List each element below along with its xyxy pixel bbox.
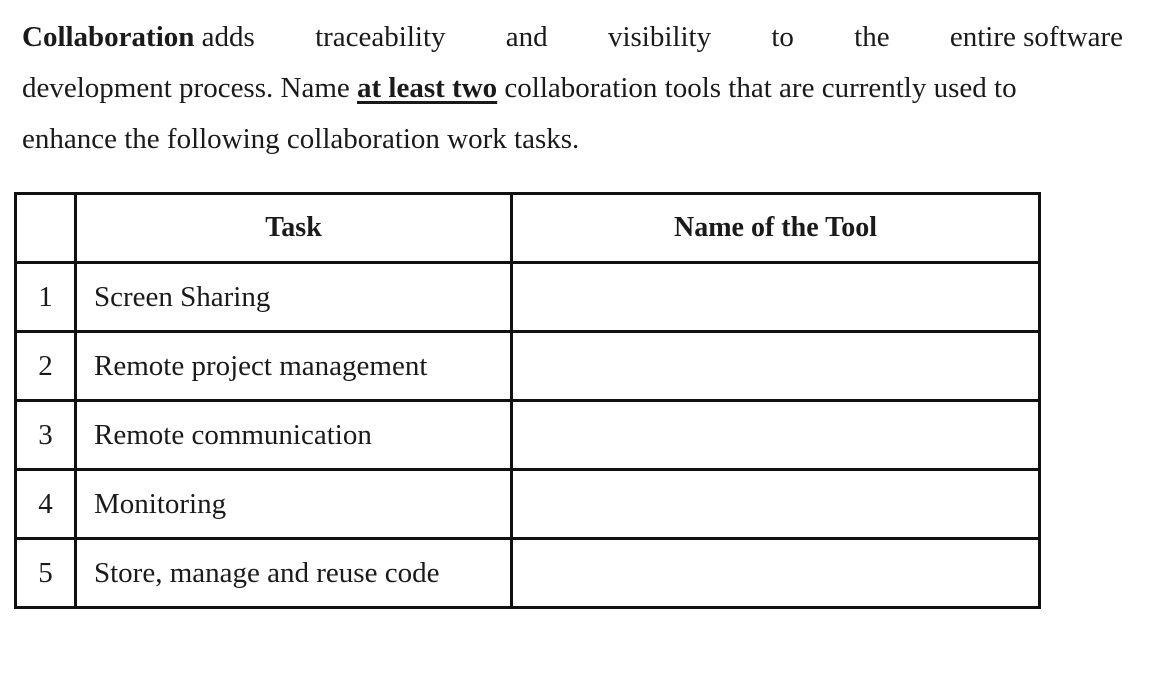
- row-task: Remote project management: [74, 330, 513, 402]
- word: and: [505, 21, 548, 53]
- row-tool-cell[interactable]: [510, 330, 1041, 402]
- table-header-row: Task Name of the Tool: [14, 192, 1041, 264]
- header-task: Task: [74, 192, 513, 264]
- table-row: 2 Remote project management: [14, 330, 1041, 402]
- row-number: 5: [14, 537, 77, 609]
- row-tool-cell[interactable]: [510, 399, 1041, 471]
- row-tool-cell[interactable]: [510, 468, 1041, 540]
- word: to: [771, 21, 794, 53]
- word: the: [854, 21, 890, 53]
- emphasis-text: at least two: [357, 72, 498, 104]
- text: development process. Name: [22, 72, 358, 104]
- row-task: Screen Sharing: [74, 261, 513, 333]
- row-tool-cell[interactable]: [510, 261, 1041, 333]
- row-number: 4: [14, 468, 77, 540]
- bold-term: Collaboration: [22, 21, 195, 53]
- word: entire software: [949, 21, 1123, 53]
- word: visibility: [607, 21, 712, 53]
- row-number: 2: [14, 330, 77, 402]
- row-tool-cell[interactable]: [510, 537, 1041, 609]
- header-number: [14, 192, 77, 264]
- row-number: 1: [14, 261, 77, 333]
- row-task: Monitoring: [74, 468, 513, 540]
- instructions-paragraph: Collaboration adds traceability and visi…: [22, 12, 1123, 165]
- row-task: Remote communication: [74, 399, 513, 471]
- table-row: 3 Remote communication: [14, 399, 1041, 471]
- text: collaboration tools that are currently u…: [497, 72, 1017, 104]
- table-row: 4 Monitoring: [14, 468, 1041, 540]
- paragraph-line-3: enhance the following collaboration work…: [22, 123, 580, 155]
- paragraph-line-1: Collaboration adds traceability and visi…: [22, 12, 1123, 63]
- word: traceability: [315, 21, 446, 53]
- row-task: Store, manage and reuse code: [74, 537, 513, 609]
- task-tool-table: Task Name of the Tool 1 Screen Sharing 2…: [14, 192, 1041, 609]
- header-tool: Name of the Tool: [510, 192, 1041, 264]
- table-row: 5 Store, manage and reuse code: [14, 537, 1041, 609]
- row-number: 3: [14, 399, 77, 471]
- table-row: 1 Screen Sharing: [14, 261, 1041, 333]
- paragraph-line-2: development process. Name at least two c…: [22, 63, 1123, 114]
- word: adds: [201, 21, 255, 53]
